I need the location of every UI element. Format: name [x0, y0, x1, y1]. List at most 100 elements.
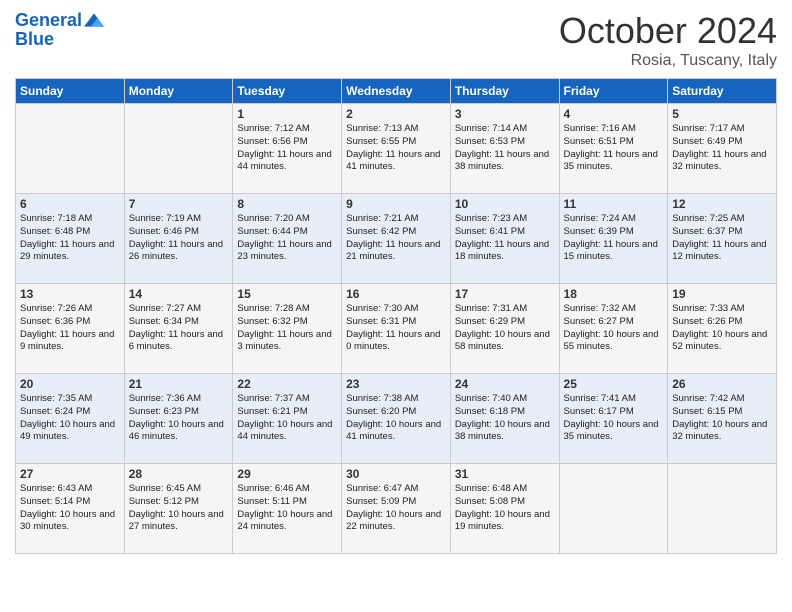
cell-info: Sunrise: 6:46 AM Sunset: 5:11 PM Dayligh… — [237, 483, 337, 534]
calendar-cell: 6 Sunrise: 7:18 AM Sunset: 6:48 PM Daylig… — [16, 194, 125, 284]
cell-info: Sunrise: 7:26 AM Sunset: 6:36 PM Dayligh… — [20, 303, 120, 354]
day-number: 20 — [20, 377, 120, 391]
week-row-3: 13 Sunrise: 7:26 AM Sunset: 6:36 PM Dayli… — [16, 284, 777, 374]
day-number: 14 — [129, 287, 229, 301]
calendar-cell: 9Sunrise: 7:21 AM Sunset: 6:42 PM Daylig… — [342, 194, 451, 284]
calendar-cell: 12 Sunrise: 7:25 AM Sunset: 6:37 PM Dayli… — [668, 194, 777, 284]
cell-info: Sunrise: 7:25 AM Sunset: 6:37 PM Dayligh… — [672, 213, 772, 264]
logo-icon — [84, 10, 104, 30]
cell-info: Sunrise: 7:14 AM Sunset: 6:53 PM Dayligh… — [455, 123, 555, 174]
calendar-cell: 4Sunrise: 7:16 AM Sunset: 6:51 PM Daylig… — [559, 104, 668, 194]
calendar-cell: 10 Sunrise: 7:23 AM Sunset: 6:41 PM Dayli… — [450, 194, 559, 284]
logo-blue-text: Blue — [15, 30, 54, 48]
calendar-cell: 20 Sunrise: 7:35 AM Sunset: 6:24 PM Dayli… — [16, 374, 125, 464]
calendar-cell: 22 Sunrise: 7:37 AM Sunset: 6:21 PM Dayli… — [233, 374, 342, 464]
cell-info: Sunrise: 7:35 AM Sunset: 6:24 PM Dayligh… — [20, 393, 120, 444]
cell-info: Sunrise: 7:40 AM Sunset: 6:18 PM Dayligh… — [455, 393, 555, 444]
calendar-cell: 13 Sunrise: 7:26 AM Sunset: 6:36 PM Dayli… — [16, 284, 125, 374]
day-number: 13 — [20, 287, 120, 301]
cell-info: Sunrise: 7:12 AM Sunset: 6:56 PM Dayligh… — [237, 123, 337, 174]
calendar-cell: 15 Sunrise: 7:28 AM Sunset: 6:32 PM Dayli… — [233, 284, 342, 374]
calendar-cell: 19 Sunrise: 7:33 AM Sunset: 6:26 PM Dayli… — [668, 284, 777, 374]
cell-info: Sunrise: 7:38 AM Sunset: 6:20 PM Dayligh… — [346, 393, 446, 444]
day-header-friday: Friday — [559, 79, 668, 104]
day-number: 27 — [20, 467, 120, 481]
day-header-monday: Monday — [124, 79, 233, 104]
cell-info: Sunrise: 7:36 AM Sunset: 6:23 PM Dayligh… — [129, 393, 229, 444]
cell-info: Sunrise: 7:24 AM Sunset: 6:39 PM Dayligh… — [564, 213, 664, 264]
calendar-cell — [16, 104, 125, 194]
day-number: 23 — [346, 377, 446, 391]
calendar-cell: 18 Sunrise: 7:32 AM Sunset: 6:27 PM Dayli… — [559, 284, 668, 374]
day-number: 1 — [237, 107, 337, 121]
day-number: 8 — [237, 197, 337, 211]
title-block: October 2024 Rosia, Tuscany, Italy — [559, 10, 777, 70]
cell-info: Sunrise: 7:27 AM Sunset: 6:34 PM Dayligh… — [129, 303, 229, 354]
calendar-cell: 11 Sunrise: 7:24 AM Sunset: 6:39 PM Dayli… — [559, 194, 668, 284]
cell-info: Sunrise: 7:33 AM Sunset: 6:26 PM Dayligh… — [672, 303, 772, 354]
cell-info: Sunrise: 6:47 AM Sunset: 5:09 PM Dayligh… — [346, 483, 446, 534]
cell-info: Sunrise: 6:43 AM Sunset: 5:14 PM Dayligh… — [20, 483, 120, 534]
location: Rosia, Tuscany, Italy — [559, 52, 777, 70]
day-header-tuesday: Tuesday — [233, 79, 342, 104]
day-number: 12 — [672, 197, 772, 211]
cell-info: Sunrise: 6:45 AM Sunset: 5:12 PM Dayligh… — [129, 483, 229, 534]
week-row-1: 1 Sunrise: 7:12 AM Sunset: 6:56 PM Daylig… — [16, 104, 777, 194]
cell-info: Sunrise: 7:23 AM Sunset: 6:41 PM Dayligh… — [455, 213, 555, 264]
week-row-4: 20 Sunrise: 7:35 AM Sunset: 6:24 PM Dayli… — [16, 374, 777, 464]
day-number: 18 — [564, 287, 664, 301]
cell-info: Sunrise: 7:28 AM Sunset: 6:32 PM Dayligh… — [237, 303, 337, 354]
calendar-cell: 25 Sunrise: 7:41 AM Sunset: 6:17 PM Dayli… — [559, 374, 668, 464]
cell-info: Sunrise: 7:32 AM Sunset: 6:27 PM Dayligh… — [564, 303, 664, 354]
calendar-cell: 2Sunrise: 7:13 AM Sunset: 6:55 PM Daylig… — [342, 104, 451, 194]
calendar-cell: 5Sunrise: 7:17 AM Sunset: 6:49 PM Daylig… — [668, 104, 777, 194]
calendar-cell: 26Sunrise: 7:42 AM Sunset: 6:15 PM Dayli… — [668, 374, 777, 464]
calendar-cell — [668, 464, 777, 554]
day-header-sunday: Sunday — [16, 79, 125, 104]
cell-info: Sunrise: 6:48 AM Sunset: 5:08 PM Dayligh… — [455, 483, 555, 534]
calendar-cell: 1 Sunrise: 7:12 AM Sunset: 6:56 PM Daylig… — [233, 104, 342, 194]
day-number: 30 — [346, 467, 446, 481]
day-number: 3 — [455, 107, 555, 121]
day-number: 24 — [455, 377, 555, 391]
calendar-page: General Blue October 2024 Rosia, Tuscany… — [0, 0, 792, 612]
cell-info: Sunrise: 7:13 AM Sunset: 6:55 PM Dayligh… — [346, 123, 446, 174]
day-number: 29 — [237, 467, 337, 481]
day-number: 17 — [455, 287, 555, 301]
day-number: 25 — [564, 377, 664, 391]
cell-info: Sunrise: 7:41 AM Sunset: 6:17 PM Dayligh… — [564, 393, 664, 444]
day-number: 5 — [672, 107, 772, 121]
day-number: 11 — [564, 197, 664, 211]
day-number: 6 — [20, 197, 120, 211]
day-header-wednesday: Wednesday — [342, 79, 451, 104]
cell-info: Sunrise: 7:31 AM Sunset: 6:29 PM Dayligh… — [455, 303, 555, 354]
day-number: 28 — [129, 467, 229, 481]
calendar-cell: 31Sunrise: 6:48 AM Sunset: 5:08 PM Dayli… — [450, 464, 559, 554]
day-number: 19 — [672, 287, 772, 301]
day-header-thursday: Thursday — [450, 79, 559, 104]
calendar-cell: 16Sunrise: 7:30 AM Sunset: 6:31 PM Dayli… — [342, 284, 451, 374]
logo-text: General — [15, 11, 82, 29]
day-number: 7 — [129, 197, 229, 211]
calendar-cell: 8Sunrise: 7:20 AM Sunset: 6:44 PM Daylig… — [233, 194, 342, 284]
day-number: 4 — [564, 107, 664, 121]
month-title: October 2024 — [559, 10, 777, 52]
calendar-cell: 3 Sunrise: 7:14 AM Sunset: 6:53 PM Daylig… — [450, 104, 559, 194]
calendar-cell: 30 Sunrise: 6:47 AM Sunset: 5:09 PM Dayli… — [342, 464, 451, 554]
week-row-2: 6 Sunrise: 7:18 AM Sunset: 6:48 PM Daylig… — [16, 194, 777, 284]
day-number: 16 — [346, 287, 446, 301]
cell-info: Sunrise: 7:18 AM Sunset: 6:48 PM Dayligh… — [20, 213, 120, 264]
cell-info: Sunrise: 7:19 AM Sunset: 6:46 PM Dayligh… — [129, 213, 229, 264]
calendar-table: SundayMondayTuesdayWednesdayThursdayFrid… — [15, 78, 777, 554]
calendar-cell — [124, 104, 233, 194]
day-number: 15 — [237, 287, 337, 301]
cell-info: Sunrise: 7:37 AM Sunset: 6:21 PM Dayligh… — [237, 393, 337, 444]
calendar-cell: 17 Sunrise: 7:31 AM Sunset: 6:29 PM Dayli… — [450, 284, 559, 374]
calendar-cell: 24 Sunrise: 7:40 AM Sunset: 6:18 PM Dayli… — [450, 374, 559, 464]
day-number: 22 — [237, 377, 337, 391]
calendar-cell — [559, 464, 668, 554]
calendar-cell: 14 Sunrise: 7:27 AM Sunset: 6:34 PM Dayli… — [124, 284, 233, 374]
day-number: 10 — [455, 197, 555, 211]
day-header-saturday: Saturday — [668, 79, 777, 104]
calendar-cell: 29 Sunrise: 6:46 AM Sunset: 5:11 PM Dayli… — [233, 464, 342, 554]
